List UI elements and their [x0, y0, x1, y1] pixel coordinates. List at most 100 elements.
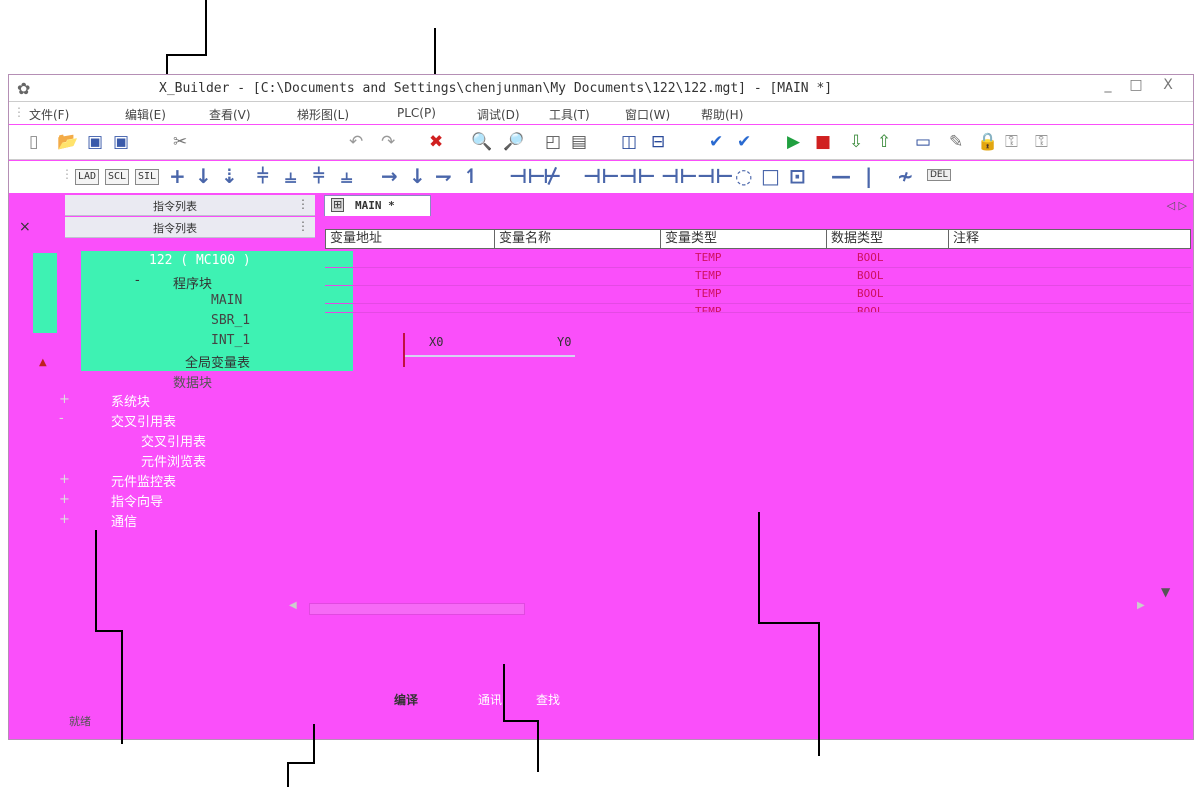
layout-2-icon[interactable]: ⊟: [651, 132, 665, 152]
edit-pen-icon[interactable]: ✎: [949, 132, 963, 152]
menu-ladder[interactable]: 梯形图(L): [297, 106, 349, 123]
tab-nav-arrows-icon[interactable]: ◁ ▷: [1167, 199, 1187, 212]
vline-draw-icon[interactable]: |: [865, 165, 872, 187]
key-2-icon[interactable]: ⚿: [1035, 132, 1048, 152]
parallel-no-icon[interactable]: ⫩: [313, 165, 324, 187]
sil-view-button[interactable]: SIL: [135, 169, 160, 185]
contact-fall-icon[interactable]: ⊣⊢: [619, 165, 656, 187]
tree-main[interactable]: MAIN: [211, 293, 242, 308]
upload-icon[interactable]: ⇧: [877, 132, 891, 152]
tree-data-block[interactable]: 数据块: [173, 372, 212, 391]
open-folder-icon[interactable]: 📂: [57, 132, 78, 152]
monitor-icon[interactable]: ▭: [915, 132, 931, 152]
check-icon[interactable]: ✔: [709, 132, 723, 152]
tab-comm[interactable]: 通讯: [478, 691, 502, 708]
replace-icon[interactable]: 🔎: [503, 132, 524, 152]
cell-var-type[interactable]: TEMP: [695, 269, 722, 282]
menu-file[interactable]: 文件(F): [29, 106, 69, 123]
tree-root[interactable]: 122 ( MC100 ): [149, 253, 251, 268]
tab-compile[interactable]: 编译: [394, 691, 418, 708]
cut-icon[interactable]: ✂: [173, 132, 187, 152]
scl-view-button[interactable]: SCL: [105, 169, 130, 185]
pane-pin-icon[interactable]: ⋮: [297, 197, 309, 211]
tree-expander-crossref[interactable]: -: [59, 411, 64, 426]
tree-system-block[interactable]: 系统块: [111, 391, 150, 410]
table-row[interactable]: TEMP BOOL: [325, 286, 1191, 304]
print-preview-icon[interactable]: ◰: [545, 132, 561, 152]
add-rung-icon[interactable]: +: [169, 165, 186, 187]
delete-icon[interactable]: ✖: [429, 132, 443, 152]
layout-1-icon[interactable]: ◫: [621, 132, 637, 152]
pane-pin-2-icon[interactable]: ⋮: [297, 219, 309, 233]
contact-nc-icon[interactable]: ⊬: [543, 165, 561, 187]
redo-icon[interactable]: ↷: [381, 132, 395, 152]
menu-plc[interactable]: PLC(P): [397, 106, 436, 120]
close-button[interactable]: X: [1157, 77, 1179, 93]
find-icon[interactable]: 🔍: [471, 132, 492, 152]
tree-comm[interactable]: 通信: [111, 511, 137, 530]
panel-close-icon[interactable]: ×: [19, 219, 31, 235]
menu-window[interactable]: 窗口(W): [625, 106, 670, 123]
rung-coil-y0[interactable]: Y0: [557, 335, 571, 349]
cell-var-type[interactable]: TEMP: [695, 305, 722, 312]
maximize-button[interactable]: □: [1125, 77, 1147, 93]
contact-rise-icon[interactable]: ⊣⊢: [583, 165, 620, 187]
scroll-left-icon[interactable]: ◀: [289, 600, 297, 611]
column-header-address[interactable]: 变量地址: [325, 229, 495, 249]
stop-icon[interactable]: ■: [815, 132, 831, 152]
editor-hscrollbar[interactable]: ◀ ▶: [289, 600, 1184, 616]
func-icon[interactable]: ⊡: [789, 165, 806, 187]
lad-view-button[interactable]: LAD: [75, 169, 100, 185]
check-all-icon[interactable]: ✔: [737, 132, 751, 152]
tree-program-block[interactable]: 程序块: [173, 273, 212, 292]
scroll-down-icon[interactable]: ▼: [1161, 585, 1170, 599]
column-header-data-type[interactable]: 数据类型: [827, 229, 949, 249]
scroll-right-icon[interactable]: ▶: [1137, 600, 1145, 611]
tab-find[interactable]: 查找: [536, 691, 560, 708]
tree-expander-system[interactable]: +: [59, 392, 70, 407]
cell-var-type[interactable]: TEMP: [695, 287, 722, 300]
hscroll-thumb[interactable]: [309, 603, 525, 615]
tree-cross-ref[interactable]: 交叉引用表: [111, 411, 176, 430]
tree-sbr1[interactable]: SBR_1: [211, 313, 250, 328]
insert-branch-icon[interactable]: ⇣: [221, 165, 238, 187]
menu-tools[interactable]: 工具(T): [549, 106, 590, 123]
contact-pls-icon[interactable]: ⊣⊢: [661, 165, 698, 187]
tree-element-browse[interactable]: 元件浏览表: [141, 451, 206, 470]
left-scroll-arrow-icon[interactable]: ▲: [39, 357, 47, 368]
save-icon[interactable]: ▣: [87, 132, 103, 152]
hline-icon[interactable]: →: [381, 165, 398, 187]
coil-icon[interactable]: ◌: [735, 165, 752, 187]
erase-line-icon[interactable]: ≁: [897, 165, 914, 187]
save-all-icon[interactable]: ▣: [113, 132, 129, 152]
vline-icon[interactable]: ↓: [409, 165, 426, 187]
delete-element-icon[interactable]: DEL: [927, 169, 951, 181]
tree-expander-comm[interactable]: +: [59, 512, 70, 527]
new-file-icon[interactable]: ▯: [29, 132, 38, 152]
tree-wizard[interactable]: 指令向导: [111, 491, 163, 510]
cell-var-type[interactable]: TEMP: [695, 251, 722, 264]
nc-contact-icon[interactable]: ⫨: [285, 165, 296, 187]
menu-debug[interactable]: 调试(D): [477, 106, 520, 123]
column-header-var-type[interactable]: 变量类型: [661, 229, 827, 249]
print-icon[interactable]: ▤: [571, 132, 587, 152]
corner-right-icon[interactable]: ⇁: [435, 165, 452, 187]
tree-expander-wizard[interactable]: +: [59, 492, 70, 507]
minimize-button[interactable]: _: [1097, 77, 1119, 93]
undo-icon[interactable]: ↶: [349, 132, 363, 152]
tree-global-vars[interactable]: 全局变量表: [185, 352, 250, 371]
download-icon[interactable]: ⇩: [849, 132, 863, 152]
column-header-comment[interactable]: 注释: [949, 229, 1191, 249]
parallel-nc-icon[interactable]: ⫨: [341, 165, 352, 187]
column-header-name[interactable]: 变量名称: [495, 229, 661, 249]
table-row[interactable]: TEMP BOOL: [325, 304, 1191, 313]
menu-help[interactable]: 帮助(H): [701, 106, 743, 123]
cell-data-type[interactable]: BOOL: [857, 305, 884, 312]
table-row[interactable]: TEMP BOOL: [325, 268, 1191, 286]
table-row[interactable]: TEMP BOOL: [325, 250, 1191, 268]
tree-int1[interactable]: INT_1: [211, 333, 250, 348]
tree-cross-ref-sub[interactable]: 交叉引用表: [141, 431, 206, 450]
cell-data-type[interactable]: BOOL: [857, 251, 884, 264]
rung-contact-x0[interactable]: X0: [429, 335, 443, 349]
cell-data-type[interactable]: BOOL: [857, 269, 884, 282]
